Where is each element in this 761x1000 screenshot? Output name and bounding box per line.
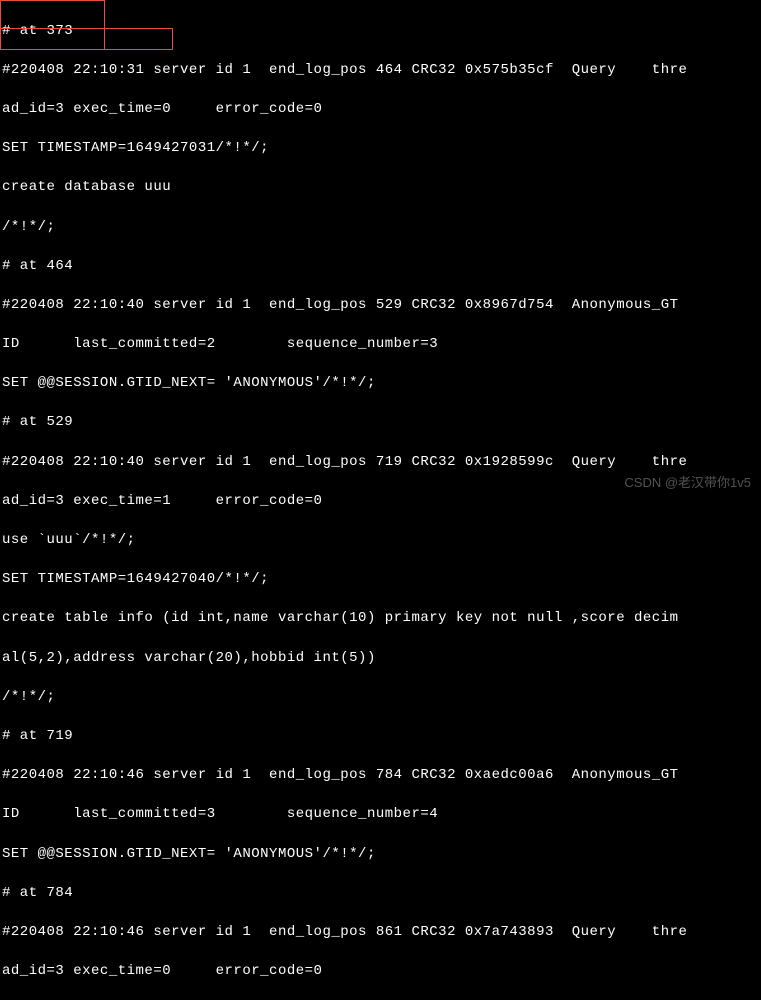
log-line: al(5,2),address varchar(20),hobbid int(5… [2,649,759,669]
log-line: #220408 22:10:46 server id 1 end_log_pos… [2,923,759,943]
log-line: # at 529 [2,413,759,433]
log-line: ID last_committed=2 sequence_number=3 [2,335,759,355]
log-line: # at 464 [2,257,759,277]
log-line: SET TIMESTAMP=1649427031/*!*/; [2,139,759,159]
terminal-output: # at 373 #220408 22:10:31 server id 1 en… [2,2,759,1000]
log-line: /*!*/; [2,218,759,238]
log-line: create database uuu [2,178,759,198]
log-line: SET @@SESSION.GTID_NEXT= 'ANONYMOUS'/*!*… [2,845,759,865]
log-line: use `uuu`/*!*/; [2,531,759,551]
log-line: #220408 22:10:31 server id 1 end_log_pos… [2,61,759,81]
log-line: ad_id=3 exec_time=0 error_code=0 [2,100,759,120]
watermark-text: CSDN @老汉带你1v5 [624,474,751,492]
log-line: SET TIMESTAMP=1649427040/*!*/; [2,570,759,590]
log-line: # at 784 [2,884,759,904]
log-line: /*!*/; [2,688,759,708]
log-line: # at 719 [2,727,759,747]
log-line: ID last_committed=3 sequence_number=4 [2,805,759,825]
log-line: create table info (id int,name varchar(1… [2,609,759,629]
log-line: SET @@SESSION.GTID_NEXT= 'ANONYMOUS'/*!*… [2,374,759,394]
log-line: ad_id=3 exec_time=0 error_code=0 [2,962,759,982]
log-line: #220408 22:10:40 server id 1 end_log_pos… [2,453,759,473]
log-line: #220408 22:10:40 server id 1 end_log_pos… [2,296,759,316]
log-line: # at 373 [2,22,759,42]
log-line: ad_id=3 exec_time=1 error_code=0 [2,492,759,512]
log-line: #220408 22:10:46 server id 1 end_log_pos… [2,766,759,786]
